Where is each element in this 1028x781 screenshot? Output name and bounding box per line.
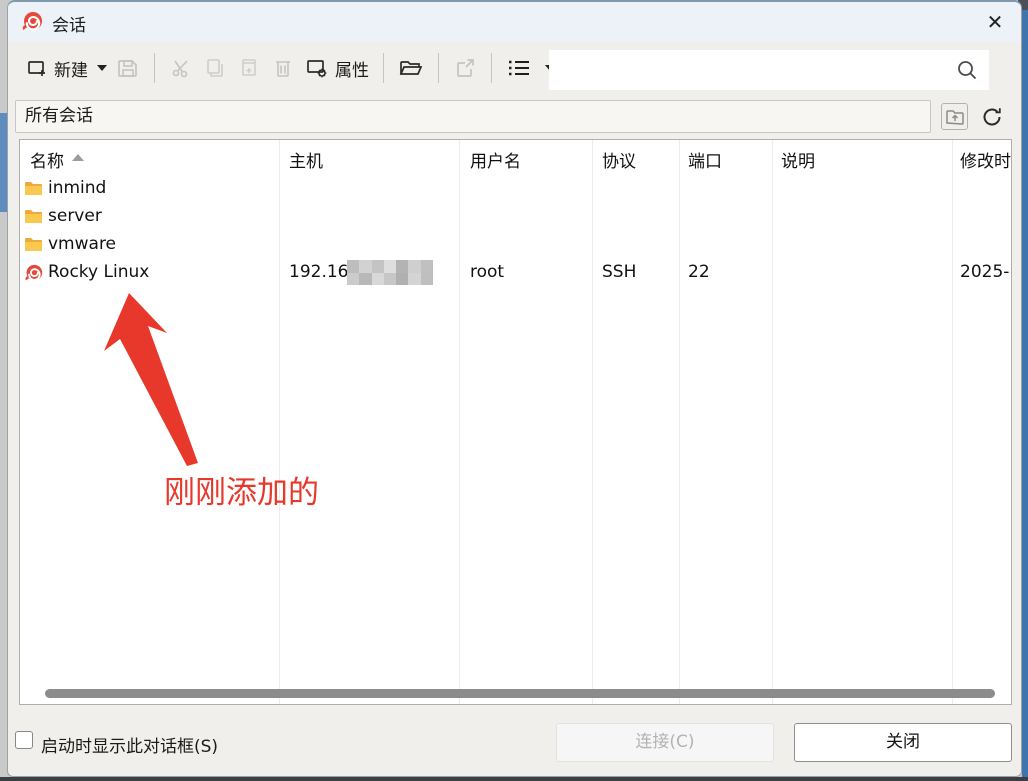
- redacted-host-blur: [347, 260, 433, 285]
- background-left-strip: [0, 113, 7, 212]
- search-input[interactable]: [557, 50, 947, 90]
- title-bar[interactable]: 会话 ✕: [8, 2, 1021, 42]
- table-row-folder[interactable]: vmware: [20, 231, 1011, 259]
- delete-button[interactable]: [266, 52, 300, 84]
- session-port: 22: [688, 262, 710, 282]
- list-view-button[interactable]: [501, 52, 537, 84]
- session-protocol: SSH: [602, 262, 636, 282]
- search-icon[interactable]: [955, 58, 979, 82]
- toolbar-separator: [154, 53, 155, 83]
- folder-name: vmware: [48, 234, 116, 254]
- close-window-button[interactable]: ✕: [981, 8, 1009, 36]
- new-session-label: 新建: [54, 56, 88, 81]
- toolbar-separator: [383, 53, 384, 83]
- column-header-user[interactable]: 用户名: [470, 147, 521, 172]
- sessions-table: 名称 主机 用户名 协议 端口 说明 修改时 inmind server vmw…: [19, 139, 1012, 705]
- column-header-protocol[interactable]: 协议: [602, 147, 636, 172]
- up-folder-button[interactable]: [941, 103, 968, 130]
- properties-button[interactable]: 属性: [300, 52, 374, 85]
- session-name: Rocky Linux: [48, 262, 149, 282]
- connect-button: 连接(C): [556, 723, 774, 762]
- annotation-text: 刚刚添加的: [164, 467, 319, 512]
- copy-button[interactable]: [198, 52, 232, 84]
- table-row-folder[interactable]: inmind: [20, 175, 1011, 203]
- session-user: root: [470, 262, 504, 282]
- column-header-name[interactable]: 名称: [30, 147, 64, 172]
- toolbar-separator: [438, 53, 439, 83]
- show-dialog-checkbox-label: 启动时显示此对话框(S): [41, 732, 218, 757]
- properties-icon: [305, 56, 329, 80]
- save-button[interactable]: [111, 52, 145, 84]
- column-header-port[interactable]: 端口: [688, 147, 722, 172]
- folder-name: server: [48, 206, 102, 226]
- background-right-strip: [1022, 8, 1028, 777]
- close-button[interactable]: 关闭: [794, 723, 1012, 762]
- column-header-host[interactable]: 主机: [289, 147, 323, 172]
- sort-ascending-icon: [72, 154, 84, 161]
- horizontal-scrollbar[interactable]: [45, 689, 995, 698]
- cut-button[interactable]: [164, 52, 198, 84]
- folder-icon: [24, 208, 43, 224]
- paste-button[interactable]: [232, 52, 266, 84]
- open-folder-button[interactable]: [393, 52, 429, 84]
- toolbar-separator: [491, 53, 492, 83]
- session-path-field[interactable]: 所有会话: [15, 100, 931, 133]
- column-header-description[interactable]: 说明: [781, 147, 815, 172]
- background-bottom-strip: [0, 777, 1028, 781]
- folder-icon: [24, 180, 43, 196]
- xshell-logo-icon: [21, 11, 43, 33]
- column-header-modified[interactable]: 修改时: [960, 147, 1011, 172]
- folder-icon: [24, 236, 43, 252]
- session-icon: [24, 264, 43, 283]
- folder-name: inmind: [48, 178, 106, 198]
- properties-label: 属性: [335, 56, 369, 81]
- export-button[interactable]: [448, 52, 482, 84]
- new-session-button[interactable]: 新建: [21, 52, 93, 85]
- search-box: [549, 50, 989, 90]
- show-dialog-checkbox[interactable]: [15, 731, 33, 749]
- sessions-dialog: 会话 ✕ 新建 属性: [7, 0, 1022, 777]
- new-session-icon: [26, 57, 48, 79]
- table-row-session[interactable]: Rocky Linux 192.168. root SSH 22 2025-: [20, 259, 1011, 287]
- refresh-button[interactable]: [977, 102, 1006, 131]
- table-row-folder[interactable]: server: [20, 203, 1011, 231]
- session-modified: 2025-: [960, 262, 1009, 282]
- window-title: 会话: [52, 11, 86, 36]
- new-session-dropdown-icon[interactable]: [97, 65, 107, 71]
